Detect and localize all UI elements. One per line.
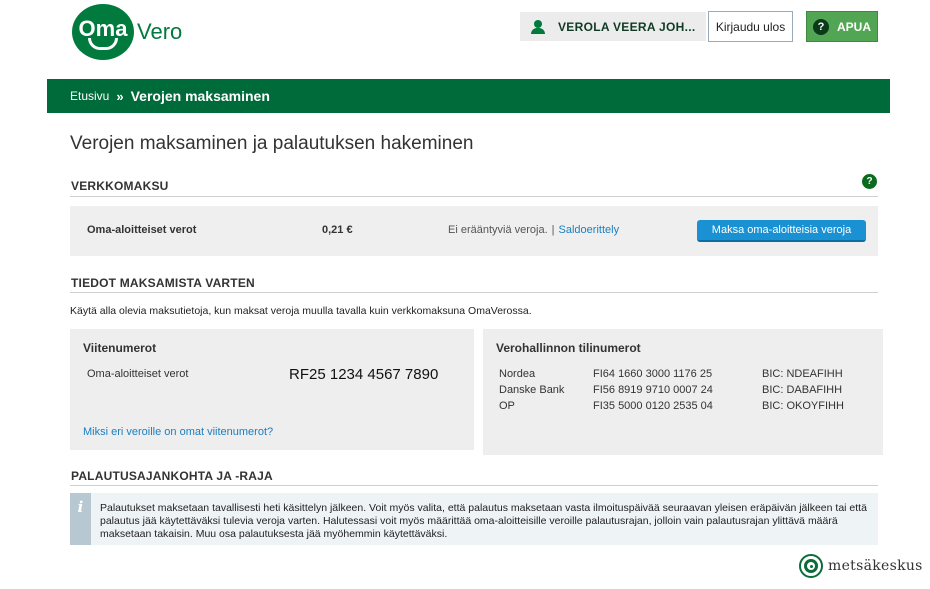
omavero-logo[interactable]: Oma Vero bbox=[72, 4, 182, 60]
reference-number: RF25 1234 4567 7890 bbox=[289, 366, 439, 383]
payment-row-label: Oma-aloitteiset verot bbox=[87, 224, 197, 236]
breadcrumb-current: Verojen maksaminen bbox=[130, 88, 270, 104]
reference-heading: Viitenumerot bbox=[83, 341, 157, 355]
breadcrumb: Etusivu » Verojen maksaminen bbox=[47, 79, 890, 113]
page-title: Verojen maksaminen ja palautuksen hakemi… bbox=[70, 133, 474, 154]
logout-button[interactable]: Kirjaudu ulos bbox=[708, 11, 793, 42]
help-icon: ? bbox=[812, 18, 829, 35]
bank-iban: FI56 8919 9710 0007 24 bbox=[593, 384, 713, 396]
payment-amount: 0,21 € bbox=[322, 224, 353, 236]
account-numbers-panel: Verohallinnon tilinumerot Nordea FI64 16… bbox=[483, 329, 883, 455]
bank-name: OP bbox=[499, 400, 515, 412]
metsakeskus-ring-icon bbox=[799, 554, 823, 578]
user-icon bbox=[530, 19, 546, 34]
info-icon: i bbox=[70, 493, 91, 545]
payment-status: Ei erääntyviä veroja. | Saldoerittely bbox=[448, 224, 619, 236]
bank-name: Nordea bbox=[499, 368, 536, 380]
help-button[interactable]: ? APUA bbox=[806, 11, 878, 42]
breadcrumb-separator: » bbox=[116, 88, 124, 104]
logo-circle: Oma bbox=[72, 4, 134, 60]
account-row: Danske Bank FI56 8919 9710 0007 24 BIC: … bbox=[499, 384, 869, 399]
bank-iban: FI64 1660 3000 1176 25 bbox=[593, 368, 713, 380]
bank-name: Danske Bank bbox=[499, 384, 565, 396]
metsakeskus-logo: metsäkeskus bbox=[799, 554, 923, 578]
section-divider bbox=[70, 485, 878, 486]
accounts-heading: Verohallinnon tilinumerot bbox=[496, 341, 641, 355]
account-row: Nordea FI64 1660 3000 1176 25 BIC: NDEAF… bbox=[499, 368, 869, 383]
section-title-refund: PALAUTUSAJANKOHTA JA -RAJA bbox=[71, 469, 273, 483]
metsakeskus-wordmark: metsäkeskus bbox=[828, 558, 923, 574]
payment-instructions: Käytä alla olevia maksutietoja, kun maks… bbox=[70, 305, 532, 317]
bank-bic: BIC: NDEAFIHH bbox=[762, 368, 843, 380]
refund-info-notice: i Palautukset maksetaan tavallisesti het… bbox=[70, 493, 878, 545]
bank-iban: FI35 5000 0120 2535 04 bbox=[593, 400, 713, 412]
payment-status-text: Ei erääntyviä veroja. bbox=[448, 224, 548, 236]
online-payment-row: Oma-aloitteiset verot 0,21 € Ei erääntyv… bbox=[70, 206, 878, 256]
section-divider bbox=[70, 292, 878, 293]
section-title-online-payment: VERKKOMAKSU bbox=[71, 179, 169, 193]
logo-smile-icon bbox=[88, 38, 118, 50]
bank-bic: BIC: DABAFIHH bbox=[762, 384, 843, 396]
help-label: APUA bbox=[836, 19, 871, 34]
why-reference-numbers-link[interactable]: Miksi eri veroille on omat viitenumerot? bbox=[83, 426, 273, 438]
section-help-icon[interactable]: ? bbox=[862, 174, 877, 189]
status-separator: | bbox=[551, 224, 555, 236]
bank-bic: BIC: OKOYFIHH bbox=[762, 400, 844, 412]
user-menu[interactable]: VEROLA VEERA JOH... bbox=[520, 12, 706, 41]
section-title-payment-info: TIEDOT MAKSAMISTA VARTEN bbox=[71, 276, 255, 290]
user-name: VEROLA VEERA JOH... bbox=[558, 19, 696, 34]
refund-info-text: Palautukset maksetaan tavallisesti heti … bbox=[100, 502, 867, 540]
reference-numbers-panel: Viitenumerot Oma-aloitteiset verot RF25 … bbox=[70, 329, 474, 450]
pay-taxes-button[interactable]: Maksa oma-aloitteisia veroja bbox=[697, 220, 866, 242]
logo-sub-text: Vero bbox=[137, 19, 183, 44]
account-row: OP FI35 5000 0120 2535 04 BIC: OKOYFIHH bbox=[499, 400, 869, 415]
balance-details-link[interactable]: Saldoerittely bbox=[559, 224, 620, 236]
breadcrumb-home-link[interactable]: Etusivu bbox=[70, 89, 109, 103]
section-divider bbox=[70, 196, 878, 197]
reference-tax-name: Oma-aloitteiset verot bbox=[87, 368, 189, 380]
info-glyph: i bbox=[77, 498, 84, 516]
